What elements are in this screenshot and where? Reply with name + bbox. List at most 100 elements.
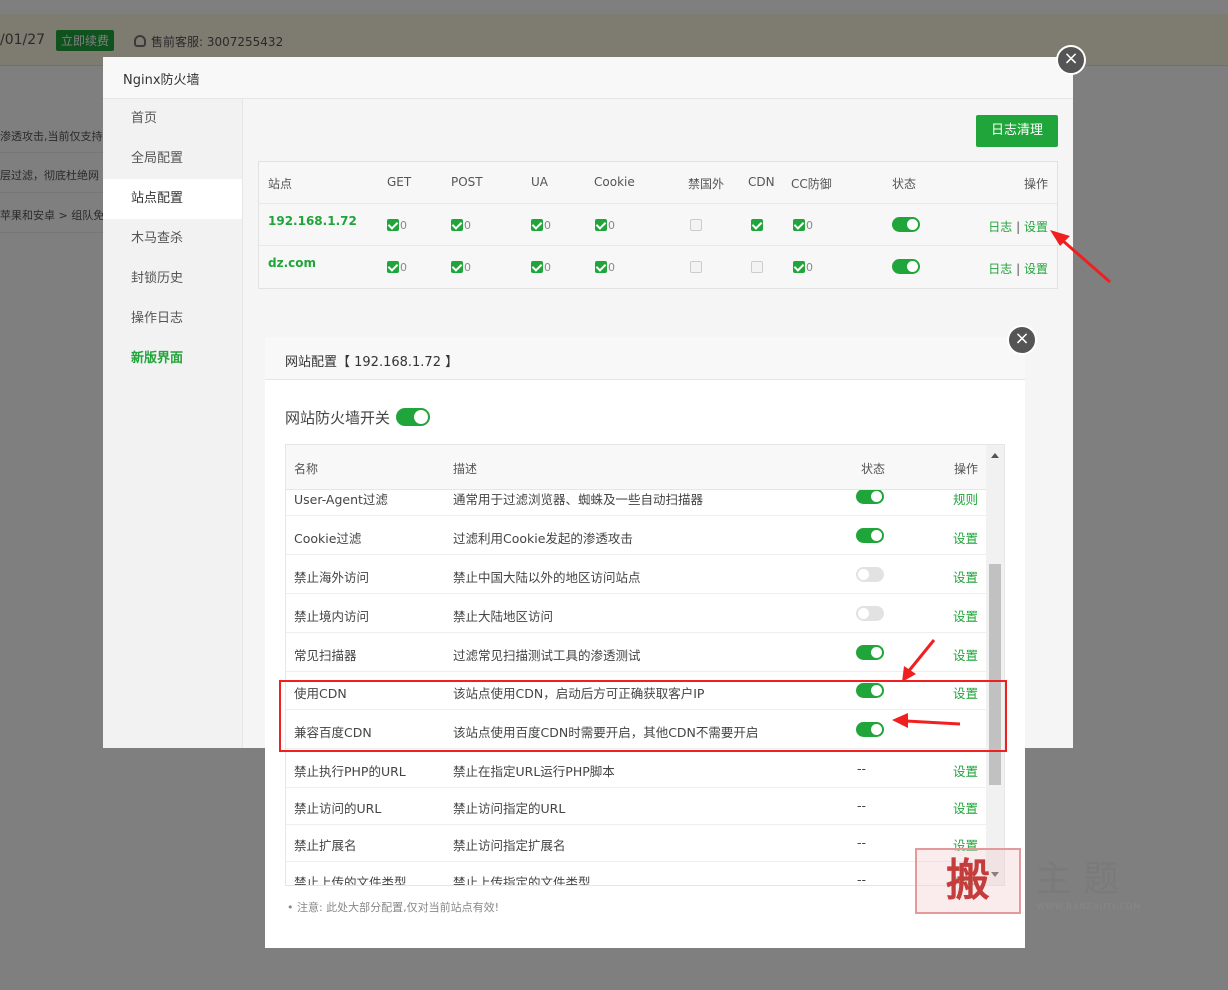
table-row: Cookie过滤 过滤利用Cookie发起的渗透攻击 设置 — [286, 517, 986, 555]
rule-toggle[interactable] — [856, 645, 884, 660]
rule-description: 禁止在指定URL运行PHP脚本 — [453, 764, 615, 779]
rules-scrollbar[interactable] — [986, 445, 1004, 885]
scroll-up-icon[interactable] — [991, 453, 999, 458]
site-name[interactable]: dz.com — [268, 256, 316, 270]
sidebar-item-home[interactable]: 首页 — [103, 99, 242, 139]
site-row: dz.com 0 0 0 0 0 日志 | 设置 — [259, 246, 1057, 288]
rule-name: 禁止上传的文件类型 — [294, 875, 407, 886]
dialog-close-icon[interactable]: × — [1007, 325, 1037, 355]
col-name: 名称 — [294, 462, 319, 476]
rule-action[interactable]: 设置 — [953, 761, 978, 780]
rule-description: 禁止上传指定的文件类型 — [453, 875, 591, 886]
col-cc-defense: CC防御 — [791, 177, 832, 191]
col-operation: 操作 — [953, 462, 978, 476]
checkbox[interactable] — [387, 261, 399, 273]
cookie-cell[interactable]: 0 — [595, 260, 615, 274]
rule-toggle[interactable] — [856, 490, 884, 504]
site-firewall-toggle[interactable] — [396, 408, 431, 426]
rule-action[interactable]: 设置 — [953, 645, 978, 664]
firewall-close-icon[interactable]: × — [1056, 45, 1086, 75]
toggle-switch[interactable] — [892, 259, 920, 274]
sidebar-item-trojan-scan[interactable]: 木马查杀 — [103, 219, 242, 259]
toggle-switch[interactable] — [892, 217, 920, 232]
rule-description: 过滤利用Cookie发起的渗透攻击 — [453, 531, 633, 546]
rule-toggle[interactable] — [856, 567, 884, 582]
block-foreign-checkbox[interactable] — [690, 218, 702, 232]
checkbox[interactable] — [751, 261, 763, 273]
log-link[interactable]: 日志 — [988, 220, 1012, 234]
firewall-sidebar: 首页 全局配置 站点配置 木马查杀 封锁历史 操作日志 新版界面 — [103, 99, 243, 748]
annotation-arrow-icon — [892, 713, 961, 728]
site-name[interactable]: 192.168.1.72 — [268, 214, 357, 228]
rule-action[interactable]: 设置 — [953, 798, 978, 817]
checkbox[interactable] — [531, 219, 543, 231]
checkbox[interactable] — [451, 219, 463, 231]
get-cell[interactable]: 0 — [387, 260, 407, 274]
firewall-window-title: Nginx防火墙 — [103, 57, 1073, 99]
block-foreign-checkbox[interactable] — [690, 260, 702, 274]
rule-name: Cookie过滤 — [294, 531, 362, 546]
col-actions: 操作 — [1023, 177, 1048, 191]
rule-name: 常见扫描器 — [294, 648, 357, 663]
checkbox[interactable] — [595, 261, 607, 273]
col-state: 状态 — [861, 462, 886, 476]
sidebar-item-site-config[interactable]: 站点配置 — [103, 179, 242, 219]
ua-cell[interactable]: 0 — [531, 260, 551, 274]
site-firewall-switch-label: 网站防火墙开关 — [285, 409, 391, 427]
cc-cell[interactable]: 0 — [793, 218, 813, 232]
get-cell[interactable]: 0 — [387, 218, 407, 232]
rule-action[interactable]: 设置 — [953, 567, 978, 586]
rule-toggle[interactable] — [856, 528, 884, 543]
post-cell[interactable]: 0 — [451, 218, 471, 232]
rule-description: 禁止访问指定扩展名 — [453, 838, 566, 853]
watermark-url: WWW.BANZHUTI.COM — [1037, 902, 1142, 911]
rule-action[interactable]: 规则 — [953, 490, 978, 508]
col-post: POST — [451, 175, 483, 189]
checkbox[interactable] — [793, 261, 805, 273]
checkbox[interactable] — [690, 261, 702, 273]
cc-cell[interactable]: 0 — [793, 260, 813, 274]
site-status-toggle[interactable] — [892, 217, 920, 235]
rule-description: 禁止中国大陆以外的地区访问站点 — [453, 570, 641, 585]
clear-log-button[interactable]: 日志清理 — [976, 115, 1058, 147]
sidebar-item-block-history[interactable]: 封锁历史 — [103, 259, 242, 299]
site-row: 192.168.1.72 0 0 0 0 0 日志 | 设置 — [259, 204, 1057, 246]
checkbox[interactable] — [595, 219, 607, 231]
rule-description: 过滤常见扫描测试工具的渗透测试 — [453, 648, 641, 663]
table-row: 常见扫描器 过滤常见扫描测试工具的渗透测试 设置 — [286, 634, 986, 672]
annotation-arrow-icon — [902, 639, 936, 682]
checkbox[interactable] — [690, 219, 702, 231]
rule-action[interactable]: 设置 — [953, 528, 978, 547]
ua-cell[interactable]: 0 — [531, 218, 551, 232]
site-status-toggle[interactable] — [892, 259, 920, 277]
sidebar-item-global-config[interactable]: 全局配置 — [103, 139, 242, 179]
col-status: 状态 — [892, 177, 917, 191]
watermark-logo: 搬 — [915, 848, 1021, 914]
table-row: 禁止访问的URL 禁止访问指定的URL -- 设置 — [286, 787, 986, 825]
dialog-title: 网站配置【 192.168.1.72 】 — [265, 337, 1025, 380]
table-row: User-Agent过滤 通常用于过滤浏览器、蜘蛛及一些自动扫描器 规则 — [286, 490, 986, 516]
table-row: 禁止扩展名 禁止访问指定扩展名 -- 设置 — [286, 824, 986, 862]
rule-state: -- — [857, 798, 867, 813]
rule-toggle[interactable] — [856, 606, 884, 621]
checkbox[interactable] — [793, 219, 805, 231]
rule-action[interactable]: 设置 — [953, 606, 978, 625]
cdn-checkbox[interactable] — [751, 218, 763, 232]
table-row: 禁止上传的文件类型 禁止上传指定的文件类型 -- 设置 — [286, 861, 986, 886]
checkbox[interactable] — [751, 219, 763, 231]
cdn-checkbox[interactable] — [751, 260, 763, 274]
post-cell[interactable]: 0 — [451, 260, 471, 274]
rule-name: User-Agent过滤 — [294, 492, 388, 507]
checkbox[interactable] — [387, 219, 399, 231]
checkbox[interactable] — [531, 261, 543, 273]
site-watermark: 搬 主题 WWW.BANZHUTI.COM — [915, 848, 1145, 918]
rule-name: 禁止境内访问 — [294, 609, 370, 624]
sidebar-item-operation-log[interactable]: 操作日志 — [103, 299, 242, 339]
cookie-cell[interactable]: 0 — [595, 218, 615, 232]
sidebar-item-new-ui[interactable]: 新版界面 — [103, 339, 242, 379]
log-link[interactable]: 日志 — [988, 262, 1012, 276]
checkbox[interactable] — [451, 261, 463, 273]
col-cdn: CDN — [748, 175, 775, 189]
col-get: GET — [387, 175, 412, 189]
rule-state: -- — [857, 835, 867, 850]
